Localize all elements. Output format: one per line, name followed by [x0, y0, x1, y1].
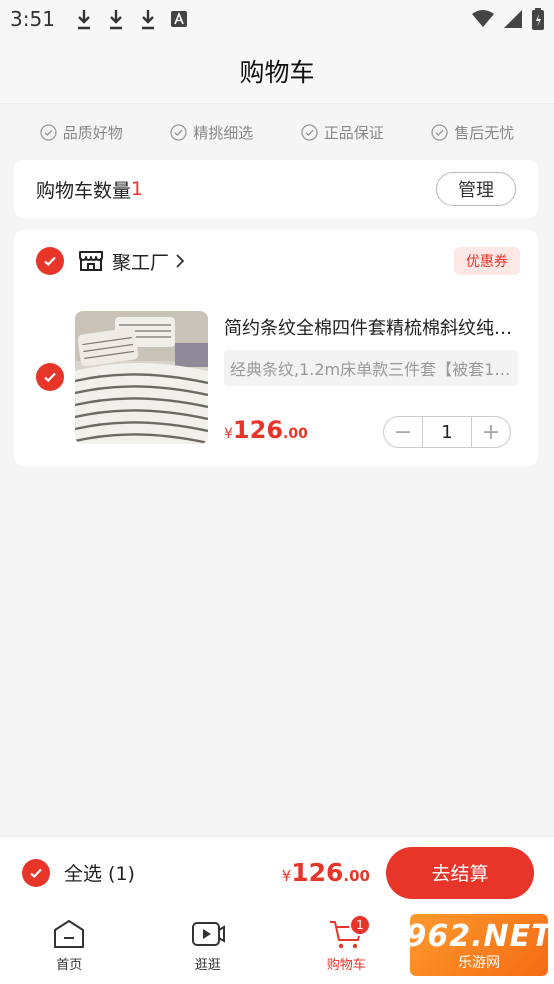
watermark-subtitle: 乐游网 [458, 954, 500, 971]
guarantee-row: 品质好物 精挑细选 正品保证 售后无忧 [0, 112, 554, 152]
increase-button[interactable]: + [472, 417, 510, 447]
quantity-stepper: − 1 + [383, 416, 511, 448]
checkout-button[interactable]: 去结算 [386, 846, 534, 899]
check-circle-icon [170, 123, 187, 141]
quantity-input[interactable]: 1 [422, 417, 472, 447]
status-time: 3:51 [10, 7, 55, 31]
coupon-button[interactable]: 优惠券 [454, 247, 520, 275]
signal-icon [504, 10, 522, 28]
video-icon [191, 922, 225, 946]
total-currency: ¥ [281, 867, 292, 885]
manage-button[interactable]: 管理 [436, 172, 516, 206]
price-currency: ¥ [224, 426, 233, 442]
app-notification-icon [170, 11, 187, 27]
select-all-label[interactable]: 全选 (1) [64, 859, 135, 886]
system-icons [472, 8, 544, 30]
total-decimal: .00 [343, 867, 370, 885]
cart-count-card: 购物车数量 1 管理 [14, 160, 538, 218]
cart-badge: 1 [349, 914, 371, 936]
guarantee-item: 正品保证 [301, 122, 384, 143]
tab-home[interactable]: 首页 [0, 908, 139, 984]
shop-card: 聚工厂 优惠券 简约条纹全棉四件套精梳棉斜纹纯棉套件 经典条纹,1.2m床单款三… [14, 230, 538, 466]
check-circle-icon [431, 123, 448, 141]
product-price: ¥ 126 .00 [224, 416, 308, 444]
cart-count-label: 购物车数量 [36, 179, 132, 202]
guarantee-item: 售后无忧 [431, 122, 514, 143]
status-bar: 3:51 [0, 0, 554, 38]
bedding-image [75, 311, 208, 444]
select-all-checkbox[interactable] [22, 858, 50, 887]
tab-label: 首页 [56, 958, 83, 973]
page-title: 购物车 [239, 57, 315, 87]
shop-select-checkbox[interactable] [36, 247, 64, 275]
store-icon [79, 251, 103, 271]
product-spec-selector[interactable]: 经典条纹,1.2m床单款三件套【被套150*200cm】 [224, 350, 518, 386]
battery-icon [532, 8, 544, 30]
item-select-checkbox[interactable] [36, 363, 64, 391]
guarantee-item: 品质好物 [40, 122, 123, 143]
site-watermark: 962.NET 乐游网 [405, 914, 552, 976]
product-title[interactable]: 简约条纹全棉四件套精梳棉斜纹纯棉套件 [224, 314, 520, 340]
decrease-button[interactable]: − [384, 417, 422, 447]
tab-label: 逛逛 [194, 958, 221, 973]
download-icon [141, 10, 154, 30]
download-icon [109, 10, 122, 30]
checkmark-icon [44, 256, 56, 267]
home-icon [54, 920, 85, 948]
price-decimal: .00 [283, 426, 308, 442]
tab-label: 购物车 [326, 958, 366, 973]
product-spec-text: 经典条纹,1.2m床单款三件套【被套150*200cm】 [230, 360, 512, 379]
download-icon [77, 10, 90, 30]
total-integer: 126 [291, 858, 344, 887]
guarantee-label: 售后无忧 [454, 123, 515, 142]
price-integer: 126 [232, 416, 284, 444]
chevron-right-icon[interactable] [175, 253, 185, 269]
cart-count-value: 1 [131, 178, 144, 200]
wifi-icon [472, 10, 494, 27]
checkmark-icon [30, 868, 42, 878]
notification-icons [75, 8, 187, 30]
guarantee-label: 正品保证 [323, 123, 384, 142]
check-circle-icon [301, 123, 318, 141]
guarantee-item: 精挑细选 [170, 122, 253, 143]
shop-header: 聚工厂 优惠券 [36, 246, 520, 276]
total-price: ¥ 126 .00 [282, 858, 370, 887]
check-circle-icon [40, 123, 57, 141]
guarantee-label: 精挑细选 [193, 123, 254, 142]
header: 购物车 [0, 38, 554, 104]
guarantee-label: 品质好物 [62, 123, 123, 142]
tab-browse[interactable]: 逛逛 [139, 908, 278, 984]
checkmark-icon [44, 372, 56, 383]
tab-cart[interactable]: 1 购物车 [277, 908, 416, 984]
shop-name[interactable]: 聚工厂 [112, 248, 169, 275]
watermark-logo-text: 962.NET [405, 918, 553, 954]
product-image[interactable] [75, 311, 208, 444]
checkout-bar: 全选 (1) ¥ 126 .00 去结算 [0, 836, 554, 908]
